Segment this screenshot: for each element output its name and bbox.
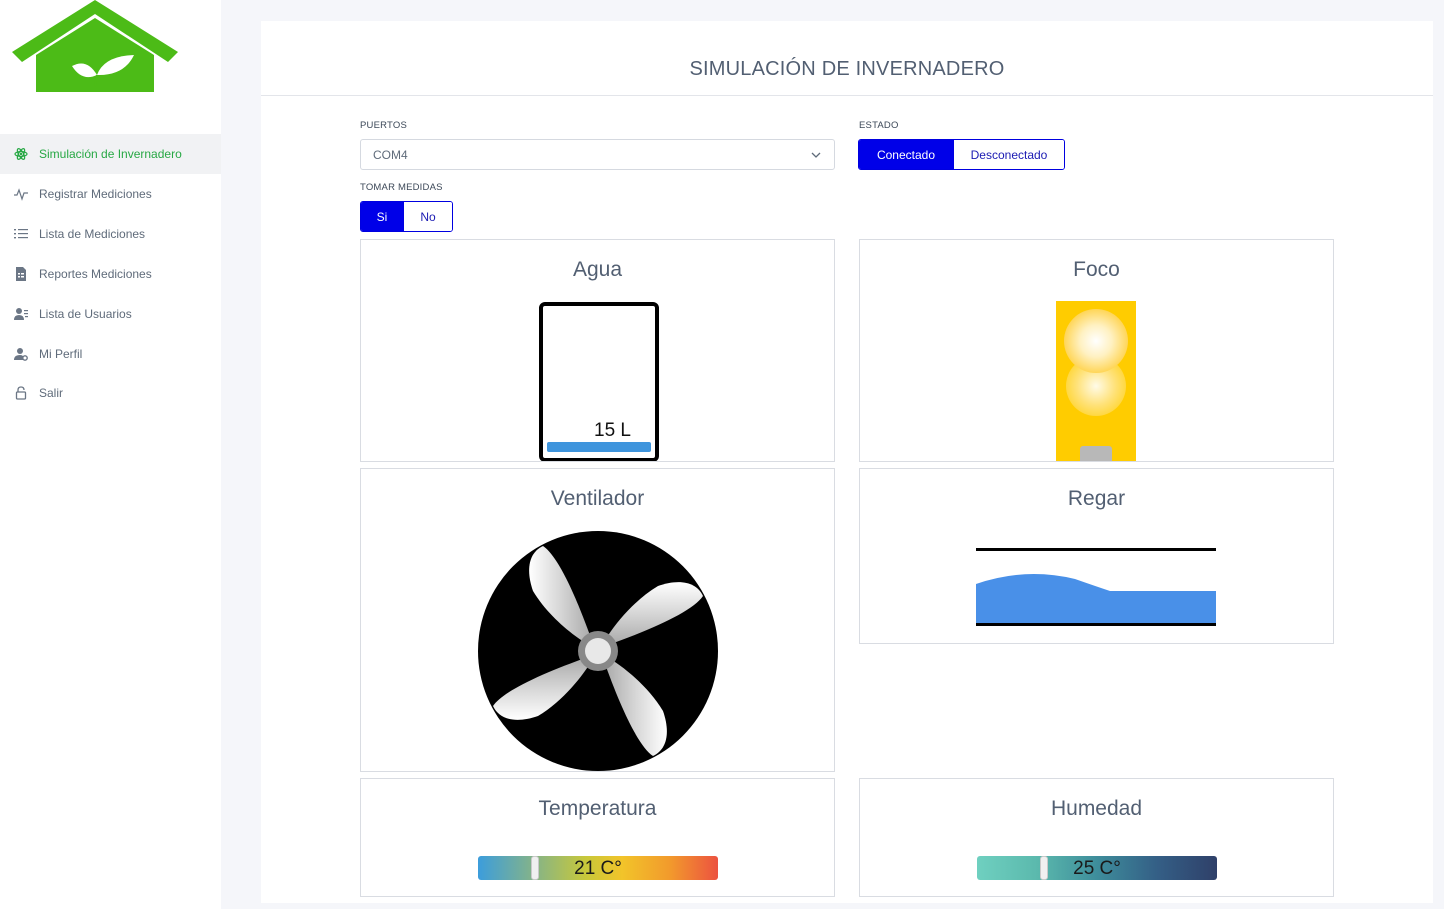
atom-icon — [14, 147, 28, 161]
humedad-panel: Humedad 25 C° — [859, 778, 1334, 897]
sidebar-item-label: Mi Perfil — [39, 347, 83, 361]
bulb-glow — [1064, 309, 1128, 373]
chevron-down-icon — [811, 152, 821, 158]
sidebar-item-label: Registrar Mediciones — [39, 187, 152, 201]
estado-label: ESTADO — [859, 120, 899, 131]
sidebar-item-perfil[interactable]: Mi Perfil — [0, 334, 221, 374]
lock-icon — [14, 386, 28, 400]
humidity-value: 25 C° — [1073, 858, 1121, 879]
sidebar: Simulación de Invernadero Registrar Medi… — [0, 0, 221, 909]
report-icon — [14, 267, 28, 281]
sidebar-item-label: Lista de Usuarios — [39, 307, 132, 321]
bulb-base — [1080, 446, 1112, 461]
users-icon — [14, 307, 28, 321]
tomar-medidas-label: TOMAR MEDIDAS — [360, 182, 443, 193]
agua-title: Agua — [572, 258, 623, 281]
temperatura-title: Temperatura — [538, 797, 657, 820]
temperature-value: 21 C° — [574, 858, 622, 879]
no-button[interactable]: No — [403, 202, 452, 231]
puertos-label: PUERTOS — [360, 120, 407, 131]
puertos-value: COM4 — [373, 147, 408, 162]
sidebar-item-lista-mediciones[interactable]: Lista de Mediciones — [0, 214, 221, 254]
tomar-medidas-toggle: Si No — [360, 201, 453, 232]
agua-panel: Agua 15 L — [360, 239, 835, 462]
title-divider — [261, 95, 1433, 96]
conectado-button[interactable]: Conectado — [859, 140, 953, 169]
sidebar-nav: Simulación de Invernadero Registrar Medi… — [0, 134, 221, 412]
humedad-title: Humedad — [1050, 797, 1143, 820]
regar-title: Regar — [1067, 487, 1126, 510]
page-title: SIMULACIÓN DE INVERNADERO — [689, 58, 1005, 80]
foco-panel: Foco — [859, 239, 1334, 462]
sidebar-item-label: Salir — [39, 386, 64, 400]
sidebar-item-label: Lista de Mediciones — [39, 227, 146, 241]
humidity-gauge: 25 C° — [977, 856, 1217, 880]
temperatura-panel: Temperatura 21 C° — [360, 778, 835, 897]
greenhouse-logo-icon[interactable] — [12, 0, 178, 96]
light-bulb-icon — [1056, 301, 1136, 461]
sidebar-item-usuarios[interactable]: Lista de Usuarios — [0, 294, 221, 334]
regar-panel: Regar — [859, 468, 1334, 644]
list-icon — [14, 227, 28, 241]
water-tank: 15 L — [539, 302, 659, 461]
fan-icon — [478, 531, 718, 771]
main-card: SIMULACIÓN DE INVERNADERO PUERTOS COM4 E… — [261, 21, 1433, 903]
temperature-gauge: 21 C° — [478, 856, 718, 880]
ventilador-panel: Ventilador — [360, 468, 835, 772]
sidebar-item-label: Simulación de Invernadero — [39, 147, 182, 161]
user-gear-icon — [14, 347, 28, 361]
water-level-bar — [547, 442, 651, 452]
water-level-text: 15 L — [594, 420, 631, 441]
sidebar-item-salir[interactable]: Salir — [0, 374, 221, 412]
foco-title: Foco — [1073, 258, 1120, 281]
desconectado-button[interactable]: Desconectado — [953, 140, 1064, 169]
ventilador-title: Ventilador — [550, 487, 645, 510]
pulse-icon — [14, 187, 28, 201]
sidebar-item-label: Reportes Mediciones — [39, 267, 152, 281]
estado-toggle: Conectado Desconectado — [858, 139, 1065, 170]
si-button[interactable]: Si — [361, 202, 403, 231]
sidebar-item-registrar[interactable]: Registrar Mediciones — [0, 174, 221, 214]
sidebar-item-simulacion[interactable]: Simulación de Invernadero — [0, 134, 221, 174]
watering-trough-icon — [976, 548, 1216, 626]
sidebar-item-reportes[interactable]: Reportes Mediciones — [0, 254, 221, 294]
puertos-select[interactable]: COM4 — [360, 139, 835, 170]
